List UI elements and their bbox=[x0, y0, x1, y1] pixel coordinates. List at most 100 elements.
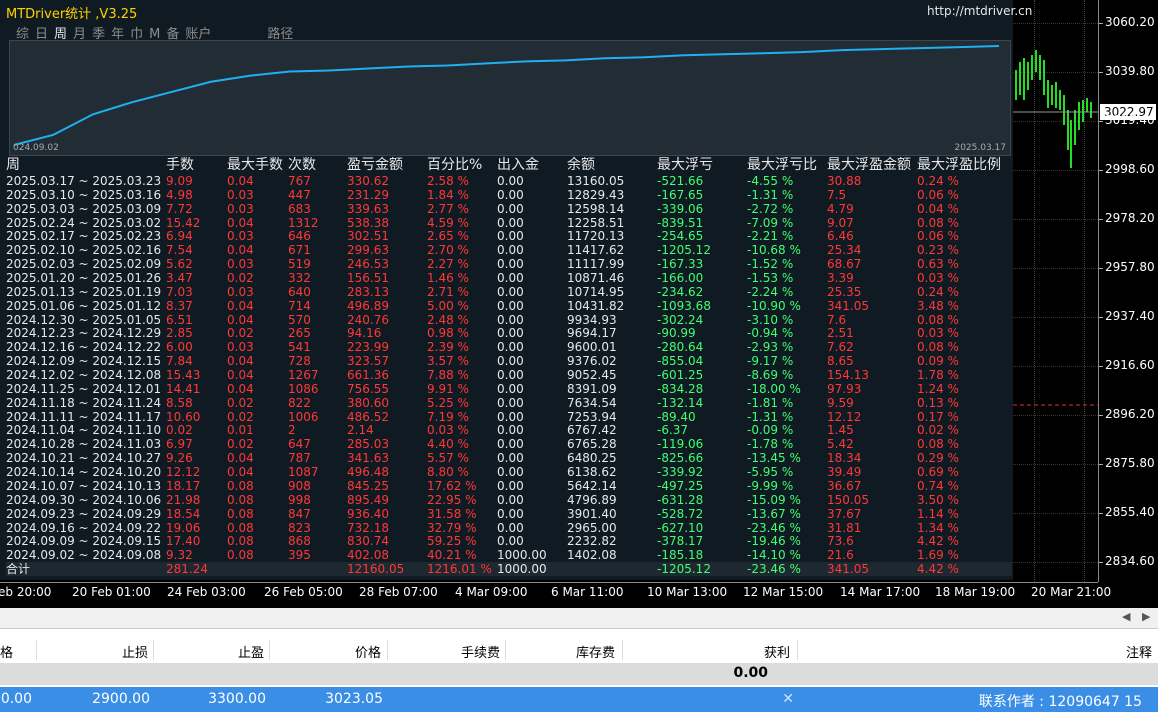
stats-cell: 3.57 % bbox=[427, 354, 469, 369]
order-stop-loss[interactable]: 2900.00 bbox=[60, 691, 150, 707]
stats-cell: 0.98 % bbox=[427, 326, 469, 341]
stats-cell: 0.03 % bbox=[917, 271, 959, 286]
stats-cell: 0.03 % bbox=[427, 423, 469, 438]
stats-cell: -0.94 % bbox=[747, 326, 794, 341]
stats-cell: 10871.46 bbox=[567, 271, 625, 286]
stats-cell: 7.72 bbox=[166, 201, 193, 216]
stats-cell: 0.02 bbox=[227, 395, 254, 410]
column-divider[interactable] bbox=[505, 640, 506, 660]
stats-cell: 0.24 % bbox=[917, 174, 959, 188]
stats-cell: 395 bbox=[288, 548, 311, 563]
stats-cell: 240.76 bbox=[347, 312, 389, 327]
stats-cell: 0.00 bbox=[497, 409, 524, 424]
stats-cell: 25.34 bbox=[827, 243, 862, 258]
trade-column-header[interactable]: 止损 bbox=[60, 642, 148, 661]
stats-cell: 25.35 bbox=[827, 284, 862, 299]
stats-cell: 4.98 bbox=[166, 187, 193, 202]
stats-cell: 0.04 bbox=[227, 215, 254, 230]
stats-cell: 2025.03.03 ~ 2025.03.09 bbox=[6, 201, 162, 216]
time-tick-label: 26 Feb 05:00 bbox=[264, 585, 343, 599]
panel-url[interactable]: http://mtdriver.cn bbox=[927, 4, 1032, 18]
stats-cell: 0.00 bbox=[497, 478, 524, 493]
stats-cell: 323.57 bbox=[347, 354, 389, 369]
stats-cell: -339.92 bbox=[657, 465, 704, 480]
stats-cell: 281.24 bbox=[166, 562, 208, 577]
scroll-right-icon[interactable]: ▶ bbox=[1142, 610, 1150, 623]
stats-cell: -601.25 bbox=[657, 368, 704, 383]
stats-cell: 13160.05 bbox=[567, 174, 625, 188]
stats-cell: 823 bbox=[288, 520, 311, 535]
summary-profit: 0.00 bbox=[733, 665, 768, 681]
stats-cell: 246.53 bbox=[347, 257, 389, 272]
stats-cell: -339.06 bbox=[657, 201, 704, 216]
time-tick-label: 6 Mar 11:00 bbox=[551, 585, 624, 599]
close-order-icon[interactable]: ✕ bbox=[776, 691, 794, 707]
stats-cell: -254.65 bbox=[657, 229, 704, 244]
chart-area[interactable]: MTDriver统计 ,V3.25 http://mtdriver.cn 综日周… bbox=[0, 0, 1098, 582]
trade-column-header[interactable]: 注释 bbox=[960, 642, 1152, 661]
column-divider[interactable] bbox=[36, 640, 37, 660]
stats-cell: 2.51 bbox=[827, 326, 854, 341]
stats-cell: -167.33 bbox=[657, 257, 704, 272]
stats-row: 2024.09.16 ~ 2024.09.22 19.06 0.08 823 732.1… bbox=[6, 521, 1012, 535]
time-tick-label: 20 Mar 21:00 bbox=[1031, 585, 1112, 599]
equity-line bbox=[13, 45, 1000, 146]
stats-cell: -1.81 % bbox=[747, 395, 794, 410]
trade-column-header[interactable]: 止盈 bbox=[180, 642, 264, 661]
stats-cell: 0.00 bbox=[497, 381, 524, 396]
stats-cell: 1.45 bbox=[827, 423, 854, 438]
stats-cell: 0.03 % bbox=[917, 326, 959, 341]
stats-cell: 6.94 bbox=[166, 229, 193, 244]
price-tick-label: 2978.20 bbox=[1105, 211, 1155, 225]
trade-column-header[interactable]: 价格 bbox=[290, 642, 381, 661]
column-divider[interactable] bbox=[797, 640, 798, 660]
scroll-left-icon[interactable]: ◀ bbox=[1122, 610, 1130, 623]
horizontal-scrollbar[interactable]: ◀ ▶ bbox=[0, 608, 1158, 629]
time-tick-label: 24 Feb 03:00 bbox=[167, 585, 246, 599]
trade-column-header[interactable]: 获利 bbox=[640, 642, 790, 661]
stats-cell: 31.81 bbox=[827, 520, 862, 535]
stats-cell: 32.79 % bbox=[427, 520, 477, 535]
stats-cell: 10714.95 bbox=[567, 284, 625, 299]
price-tick bbox=[1099, 72, 1103, 73]
column-divider[interactable] bbox=[387, 640, 388, 660]
price-axis[interactable]: 3022.97 3060.20 3039.80 3019.40 2998.60 2978… bbox=[1098, 0, 1158, 582]
column-divider[interactable] bbox=[153, 640, 154, 660]
stats-cell: -834.28 bbox=[657, 381, 704, 396]
column-divider[interactable] bbox=[269, 640, 270, 660]
stats-cell: 868 bbox=[288, 534, 311, 549]
order-row-selected[interactable]: 0.00 2900.00 3300.00 3023.05 ✕ 联系作者 : 12… bbox=[0, 687, 1158, 712]
stats-cell: 2024.12.16 ~ 2024.12.22 bbox=[6, 340, 162, 355]
stats-cell: 9600.01 bbox=[567, 340, 617, 355]
price-tick-label: 2916.60 bbox=[1105, 358, 1155, 372]
trade-column-header[interactable]: 库存费 bbox=[525, 642, 615, 661]
stats-cell: 2024.10.21 ~ 2024.10.27 bbox=[6, 451, 162, 466]
stats-cell: 2.39 % bbox=[427, 340, 469, 355]
price-tick bbox=[1099, 268, 1103, 269]
stats-cell: 496.48 bbox=[347, 465, 389, 480]
stats-cell: 6765.28 bbox=[567, 437, 617, 452]
time-tick-label: 10 Mar 13:00 bbox=[647, 585, 728, 599]
trade-column-header[interactable]: 格 bbox=[0, 642, 13, 661]
stats-cell: 0.08 % bbox=[917, 215, 959, 230]
stats-cell: 4.42 % bbox=[917, 562, 959, 577]
time-tick-label: 20 Feb 01:00 bbox=[72, 585, 151, 599]
stats-cell: 最大浮盈金额 bbox=[827, 157, 911, 173]
stats-cell: 756.55 bbox=[347, 381, 389, 396]
stats-cell: 0.00 bbox=[497, 298, 524, 313]
trade-column-header[interactable]: 手续费 bbox=[410, 642, 500, 661]
price-chart[interactable]: MTDriver统计 ,V3.25 http://mtdriver.cn 综日周… bbox=[0, 0, 1158, 608]
stats-cell: 330.62 bbox=[347, 174, 389, 188]
stats-cell: 0.08 bbox=[227, 478, 254, 493]
order-take-profit[interactable]: 3300.00 bbox=[180, 691, 266, 707]
column-divider[interactable] bbox=[622, 640, 623, 660]
stats-cell: 0.04 bbox=[227, 354, 254, 369]
price-tick bbox=[1099, 513, 1103, 514]
equity-curve-chart: 024.09.02 2025.03.17 bbox=[9, 40, 1011, 156]
stats-cell: 1.84 % bbox=[427, 187, 469, 202]
order-price: 3023.05 bbox=[325, 691, 383, 707]
time-axis[interactable]: eb 20:00 20 Feb 01:00 24 Feb 03:00 26 Feb 0… bbox=[0, 582, 1111, 609]
stats-cell: 486.52 bbox=[347, 409, 389, 424]
stats-cell: 1.14 % bbox=[917, 506, 959, 521]
price-tick-label: 3019.40 bbox=[1105, 113, 1155, 127]
